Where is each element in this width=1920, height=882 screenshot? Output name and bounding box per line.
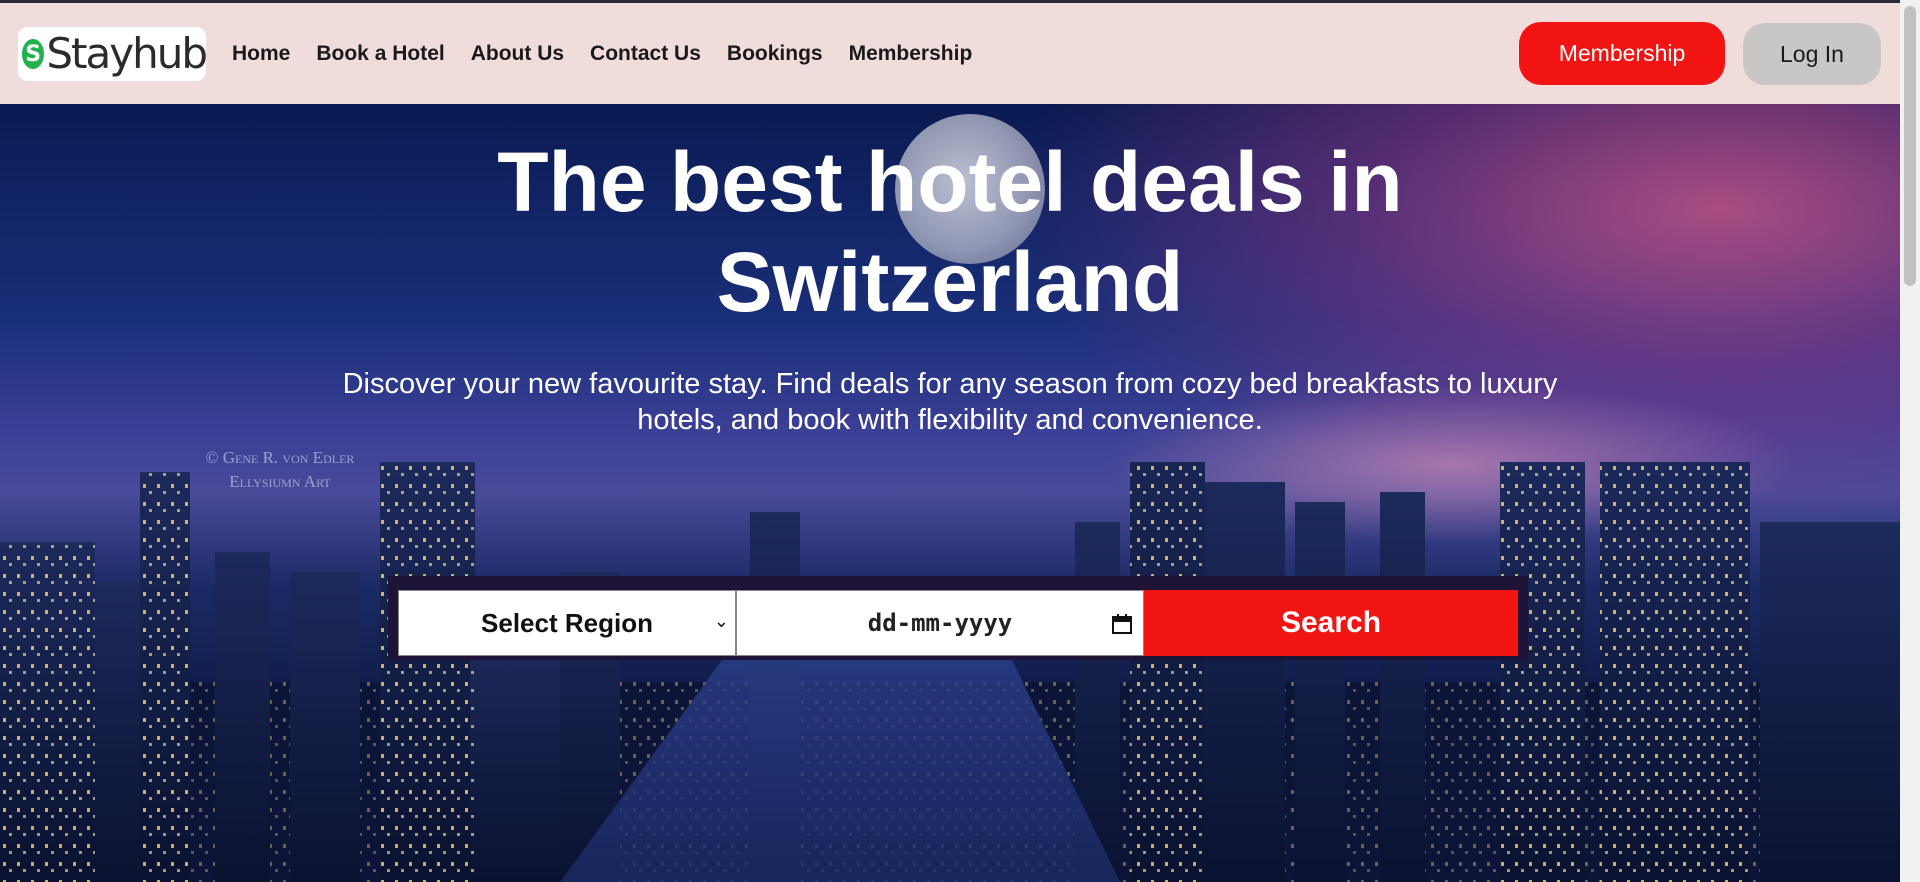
date-input[interactable]: dd-mm-yyyy	[736, 590, 1144, 656]
logo-badge-icon: S	[22, 39, 45, 69]
scrollbar-thumb[interactable]	[1904, 6, 1916, 286]
nav-book-hotel[interactable]: Book a Hotel	[316, 42, 444, 66]
logo[interactable]: S Stayhub	[18, 27, 208, 81]
hero-title-line2: Switzerland	[716, 235, 1184, 329]
chevron-down-icon: ⌄	[713, 611, 729, 631]
membership-button[interactable]: Membership	[1519, 22, 1725, 85]
nav-membership[interactable]: Membership	[849, 42, 973, 66]
search-button[interactable]: Search	[1144, 590, 1518, 656]
image-watermark: © Gene R. von Edler Ellysiumn Art	[150, 446, 410, 494]
main-nav: Home Book a Hotel About Us Contact Us Bo…	[232, 3, 972, 104]
watermark-line2: Ellysiumn Art	[229, 472, 331, 491]
nav-contact-us[interactable]: Contact Us	[590, 42, 701, 66]
navbar: S Stayhub Home Book a Hotel About Us Con…	[0, 3, 1900, 104]
nav-bookings[interactable]: Bookings	[727, 42, 823, 66]
date-placeholder: dd-mm-yyyy	[867, 609, 1013, 637]
hero-title-line1: The best hotel deals in	[497, 135, 1403, 229]
search-bar: Select Region ⌄ dd-mm-yyyy Search	[388, 576, 1528, 660]
calendar-icon[interactable]	[1111, 613, 1133, 635]
login-button[interactable]: Log In	[1743, 23, 1881, 85]
page-scrollbar[interactable]	[1900, 0, 1920, 882]
region-select[interactable]: Select Region ⌄	[398, 590, 736, 656]
region-select-value: Select Region	[481, 607, 653, 638]
hero-title: The best hotel deals in Switzerland	[0, 132, 1900, 332]
watermark-line1: © Gene R. von Edler	[205, 448, 355, 467]
nav-home[interactable]: Home	[232, 42, 290, 66]
nav-about-us[interactable]: About Us	[471, 42, 564, 66]
logo-text: Stayhub	[46, 29, 208, 78]
hero-subtitle: Discover your new favourite stay. Find d…	[342, 368, 1558, 436]
hero-section: The best hotel deals in Switzerland Disc…	[0, 104, 1900, 882]
